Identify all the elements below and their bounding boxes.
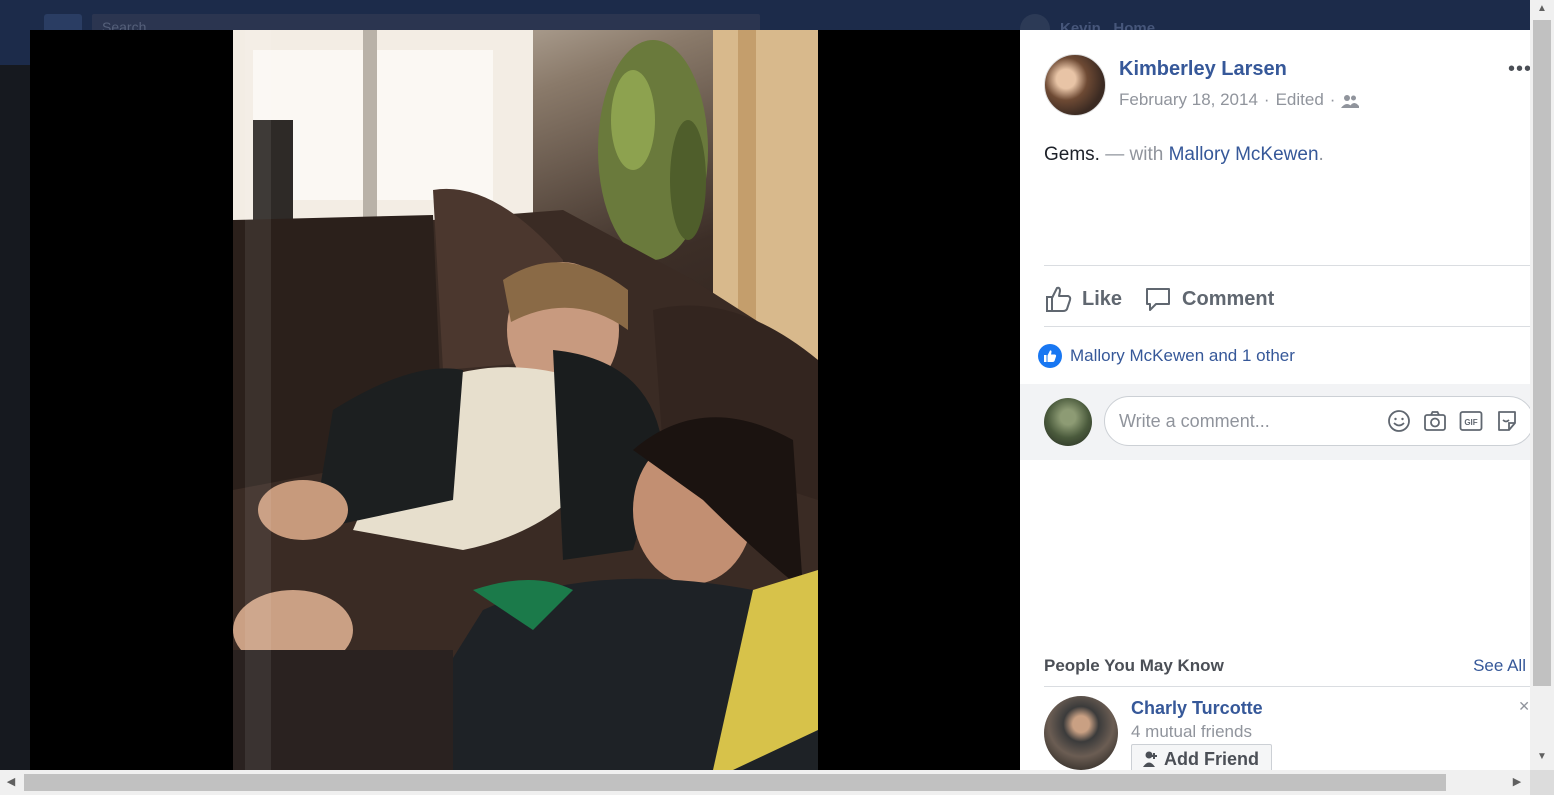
suggested-person-avatar[interactable] bbox=[1044, 696, 1118, 770]
with-label: — with bbox=[1105, 144, 1164, 165]
post-photo[interactable] bbox=[233, 30, 818, 770]
mutual-friends-count[interactable]: 4 mutual friends bbox=[1131, 722, 1252, 742]
scroll-right-arrow-icon[interactable]: ▶ bbox=[1506, 770, 1528, 795]
scroll-down-arrow-icon[interactable]: ▼ bbox=[1530, 748, 1554, 766]
svg-text:GIF: GIF bbox=[1464, 418, 1477, 427]
add-friend-button[interactable]: Add Friend bbox=[1131, 744, 1272, 770]
post-actions: Like Comment bbox=[1044, 276, 1274, 322]
comment-placeholder: Write a comment... bbox=[1119, 411, 1270, 431]
see-all-link[interactable]: See All bbox=[1473, 656, 1526, 676]
friends-audience-icon[interactable] bbox=[1341, 93, 1360, 108]
horizontal-scrollbar[interactable]: ◀ ▶ bbox=[0, 770, 1530, 795]
comment-button[interactable]: Comment bbox=[1144, 285, 1274, 313]
thumbs-up-icon bbox=[1046, 286, 1072, 312]
post-meta: February 18, 2014 · Edited · bbox=[1119, 90, 1360, 110]
photo-illustration bbox=[233, 30, 818, 770]
vertical-scroll-thumb[interactable] bbox=[1533, 20, 1551, 686]
scroll-left-arrow-icon[interactable]: ◀ bbox=[0, 770, 22, 795]
like-button[interactable]: Like bbox=[1044, 285, 1122, 313]
meta-separator: · bbox=[1329, 90, 1336, 109]
camera-icon[interactable] bbox=[1423, 409, 1447, 433]
more-options-icon[interactable]: ••• bbox=[1508, 58, 1530, 81]
like-reaction-icon bbox=[1038, 344, 1062, 368]
comment-label: Comment bbox=[1182, 287, 1275, 310]
divider bbox=[1044, 265, 1530, 266]
post-caption: Gems. bbox=[1044, 144, 1100, 165]
horizontal-scroll-thumb[interactable] bbox=[24, 774, 1446, 791]
divider bbox=[1044, 686, 1530, 687]
meta-separator: · bbox=[1263, 90, 1270, 109]
add-friend-label: Add Friend bbox=[1164, 748, 1259, 769]
background-page-strip bbox=[0, 65, 30, 770]
sticker-icon[interactable] bbox=[1495, 409, 1519, 433]
comment-input[interactable]: Write a comment... GIF bbox=[1104, 396, 1530, 446]
comment-composer: Write a comment... GIF bbox=[1020, 384, 1530, 460]
scrollbar-corner bbox=[1530, 770, 1554, 795]
photo-stage[interactable] bbox=[30, 30, 1020, 770]
reactions-text[interactable]: Mallory McKewen and 1 other bbox=[1070, 346, 1295, 366]
suggested-person-name-link[interactable]: Charly Turcotte bbox=[1131, 698, 1263, 719]
current-user-avatar bbox=[1044, 398, 1092, 446]
photo-viewer: Kimberley Larsen February 18, 2014 · Edi… bbox=[30, 30, 1530, 770]
tagged-suffix: . bbox=[1318, 144, 1324, 165]
gif-icon[interactable]: GIF bbox=[1459, 409, 1483, 433]
post-sidebar: Kimberley Larsen February 18, 2014 · Edi… bbox=[1020, 30, 1530, 770]
comment-bubble-icon bbox=[1146, 288, 1171, 311]
dismiss-suggestion-icon[interactable]: ✕ bbox=[1518, 698, 1530, 715]
reactions-summary[interactable]: Mallory McKewen and 1 other bbox=[1038, 344, 1295, 368]
post-date-link[interactable]: February 18, 2014 bbox=[1119, 90, 1258, 110]
edited-label[interactable]: Edited bbox=[1276, 90, 1324, 110]
emoji-icon[interactable] bbox=[1387, 409, 1411, 433]
add-person-icon bbox=[1143, 751, 1157, 767]
tagged-friend-link[interactable]: Mallory McKewen bbox=[1169, 144, 1319, 165]
author-name-link[interactable]: Kimberley Larsen bbox=[1119, 58, 1287, 81]
divider bbox=[1044, 326, 1530, 327]
pymk-title: People You May Know bbox=[1044, 656, 1224, 675]
vertical-scrollbar[interactable]: ▲ ▼ bbox=[1530, 0, 1554, 770]
like-label: Like bbox=[1082, 287, 1123, 310]
scroll-up-arrow-icon[interactable]: ▲ bbox=[1530, 0, 1554, 18]
author-avatar[interactable] bbox=[1044, 54, 1106, 116]
post-text: Gems. — with Mallory McKewen. bbox=[1044, 144, 1324, 166]
